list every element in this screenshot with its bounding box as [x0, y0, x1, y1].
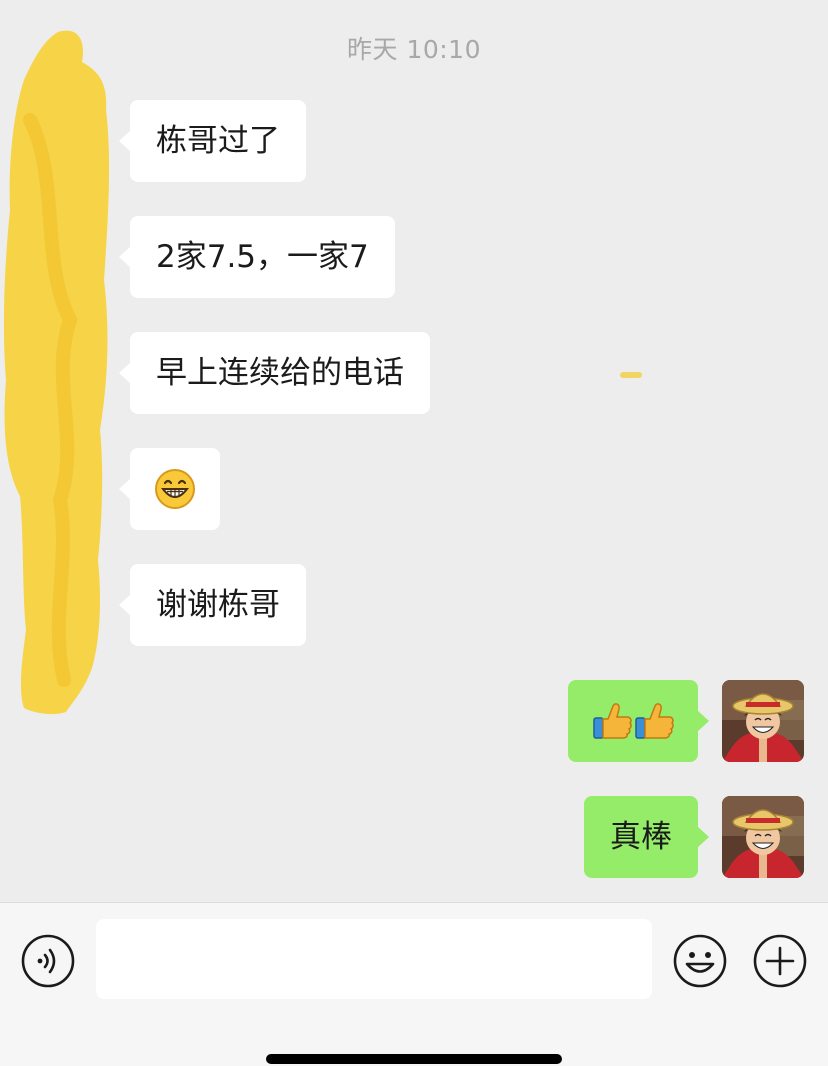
- message-text: 2家7.5，一家7: [156, 239, 369, 275]
- message-input[interactable]: [96, 919, 652, 999]
- incoming-message-bubble[interactable]: 2家7.5，一家7: [119, 216, 395, 298]
- message-text: 栋哥过了: [156, 123, 280, 159]
- message-timestamp: 昨天 10:10: [347, 35, 481, 64]
- incoming-message-bubble[interactable]: 早上连续给的电话: [119, 332, 430, 414]
- decorative-mark: [620, 372, 642, 378]
- incoming-message-bubble[interactable]: 谢谢栋哥: [119, 564, 306, 646]
- voice-icon[interactable]: [20, 933, 76, 989]
- message-input-bar: [0, 902, 828, 1066]
- message-text: 真棒: [610, 819, 672, 855]
- user-avatar[interactable]: [722, 796, 804, 878]
- straw-hat-character-avatar: [722, 680, 804, 762]
- redaction-scribble: [3, 30, 110, 715]
- chat-area[interactable]: 昨天 10:10 栋哥过了 2家7.5，一家7 早上连续给的电话 谢谢栋哥 真棒: [0, 0, 828, 902]
- thumbs-up-emoji: [593, 703, 674, 739]
- incoming-message-bubble[interactable]: 栋哥过了: [119, 100, 306, 182]
- home-indicator[interactable]: [266, 1054, 562, 1064]
- incoming-message-bubble[interactable]: [119, 448, 220, 530]
- add-icon[interactable]: [752, 933, 808, 989]
- message-text: 谢谢栋哥: [156, 587, 280, 623]
- emoji-icon[interactable]: [672, 933, 728, 989]
- outgoing-message-bubble[interactable]: [568, 680, 709, 762]
- grinning-face-emoji: [155, 469, 195, 509]
- message-text: 早上连续给的电话: [156, 355, 404, 391]
- outgoing-message-bubble[interactable]: 真棒: [584, 796, 709, 878]
- user-avatar[interactable]: [722, 680, 804, 762]
- straw-hat-character-avatar: [722, 796, 804, 878]
